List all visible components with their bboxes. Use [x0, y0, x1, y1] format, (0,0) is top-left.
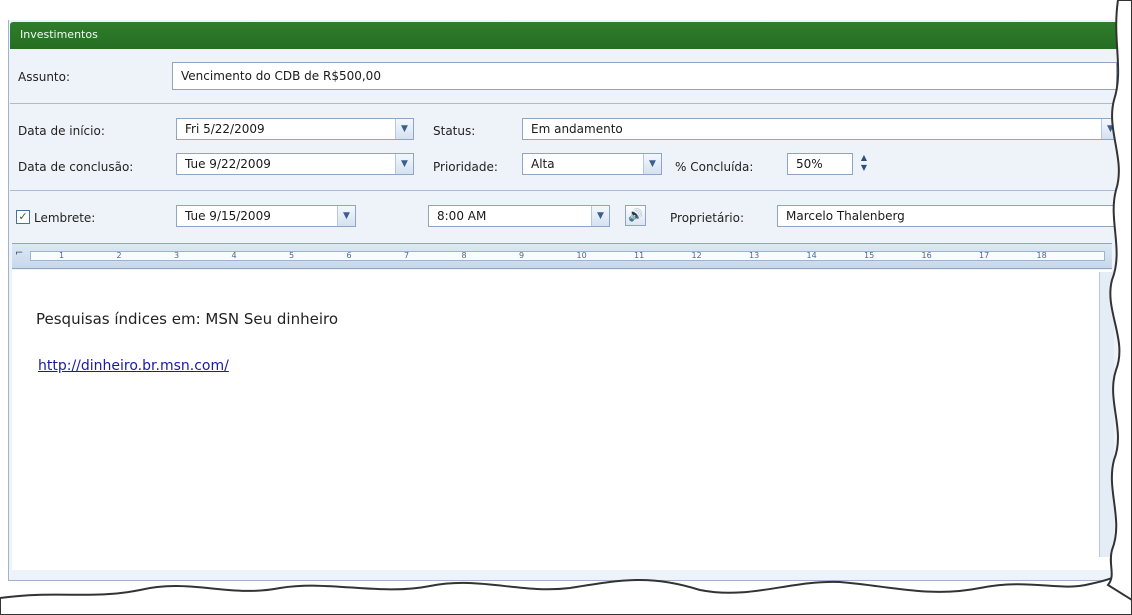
torn-paper-edge: [0, 0, 1132, 615]
